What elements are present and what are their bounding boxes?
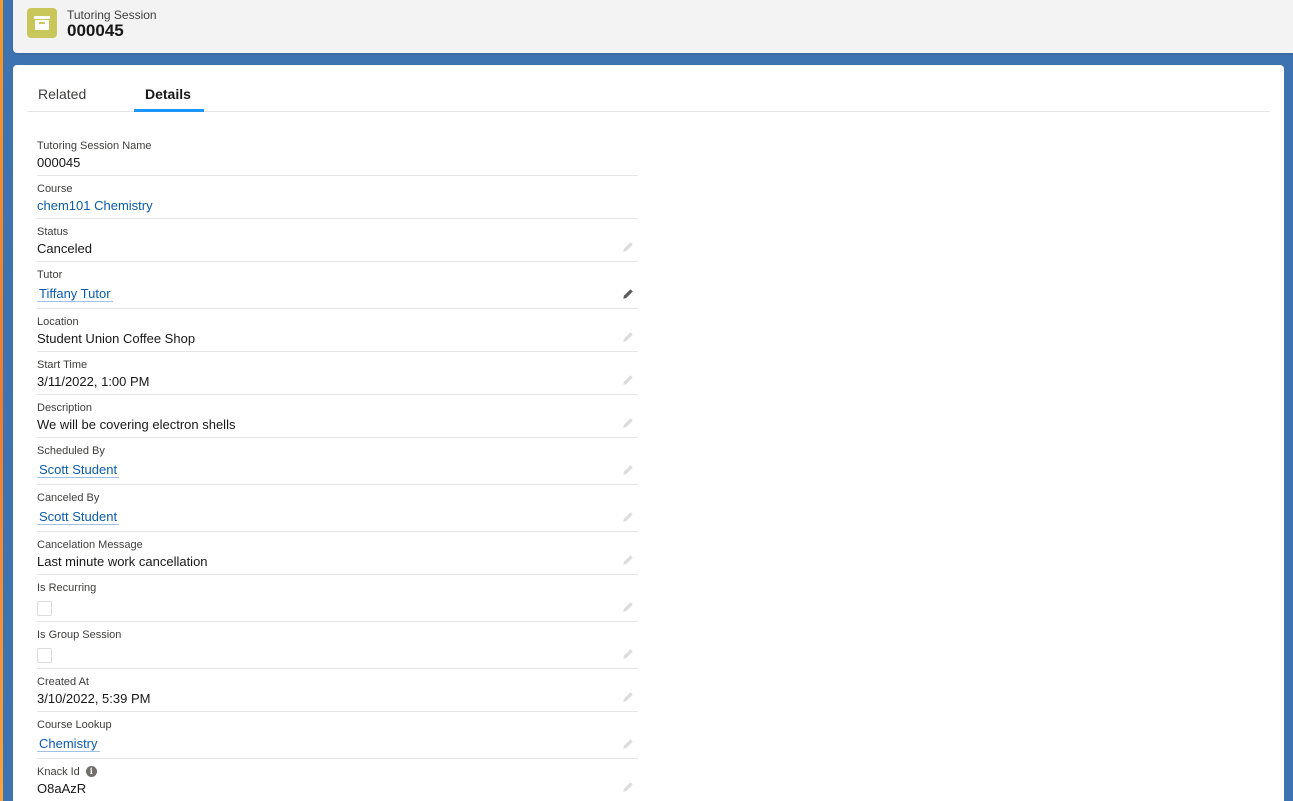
field-value: Scott Student bbox=[37, 458, 638, 478]
tab-bar: Related Details bbox=[27, 65, 1270, 112]
field-label-text: Start Time bbox=[37, 358, 88, 371]
field-label: Is Group Session bbox=[37, 622, 638, 642]
field-label-text: Course Lookup bbox=[37, 718, 112, 731]
pencil-icon[interactable] bbox=[622, 240, 634, 252]
field-list: Tutoring Session Name 000045 Course chem101… bbox=[37, 133, 638, 801]
pencil-icon[interactable] bbox=[622, 373, 634, 385]
field-value[interactable]: chem101 Chemistry bbox=[37, 196, 638, 213]
field-row-course: Course chem101 Chemistry bbox=[37, 176, 638, 219]
field-label-text: Is Recurring bbox=[37, 581, 97, 594]
field-value: 000045 bbox=[37, 155, 81, 170]
tab-related[interactable]: Related bbox=[38, 86, 86, 102]
pencil-icon[interactable] bbox=[622, 600, 634, 612]
field-value: 3/11/2022, 1:00 PM bbox=[37, 374, 150, 389]
field-label-text: Status bbox=[37, 225, 69, 238]
field-value: O8aAzR bbox=[37, 781, 87, 796]
record-title: 000045 bbox=[67, 21, 124, 40]
active-tab-indicator bbox=[134, 109, 204, 112]
info-icon[interactable]: i bbox=[85, 766, 97, 777]
field-value bbox=[37, 642, 638, 663]
field-row-tutor: Tutor Tiffany Tutor bbox=[37, 262, 638, 309]
field-row-location: Location Student Union Coffee Shop bbox=[37, 309, 638, 352]
pencil-icon[interactable] bbox=[622, 463, 634, 475]
lookup-link[interactable]: Scott Student bbox=[37, 509, 120, 525]
field-label: Scheduled By bbox=[37, 438, 638, 458]
tab-details[interactable]: Details bbox=[145, 86, 191, 102]
pencil-icon[interactable] bbox=[622, 647, 634, 659]
field-row-start-time: Start Time 3/11/2022, 1:00 PM bbox=[37, 352, 638, 395]
lookup-link[interactable]: Chemistry bbox=[37, 736, 100, 752]
field-row-course-lookup: Course Lookup Chemistry bbox=[37, 712, 638, 759]
field-label: Start Time bbox=[37, 352, 638, 372]
field-value: Student Union Coffee Shop bbox=[37, 331, 196, 346]
field-label-text: Course bbox=[37, 182, 73, 195]
field-label-text: Tutor bbox=[37, 268, 63, 281]
field-row-tutoring-session-name: Tutoring Session Name 000045 bbox=[37, 133, 638, 176]
record-header: Tutoring Session 000045 bbox=[13, 0, 1293, 53]
field-value: Scott Student bbox=[37, 505, 638, 525]
lookup-link[interactable]: Scott Student bbox=[37, 462, 120, 478]
field-label-text: Description bbox=[37, 401, 93, 414]
field-label: Course Lookup bbox=[37, 712, 638, 732]
field-value: 3/10/2022, 5:39 PM bbox=[37, 691, 151, 706]
field-row-knack-id: Knack Id i O8aAzR bbox=[37, 759, 638, 801]
field-row-is-recurring: Is Recurring bbox=[37, 575, 638, 622]
field-value: Chemistry bbox=[37, 732, 638, 752]
field-value: Last minute work cancellation bbox=[37, 554, 208, 569]
checkbox bbox=[37, 648, 52, 663]
field-label: Cancelation Message bbox=[37, 532, 638, 552]
archive-box-icon bbox=[27, 8, 57, 38]
field-label-text: Is Group Session bbox=[37, 628, 122, 641]
pencil-icon[interactable] bbox=[622, 416, 634, 428]
pencil-icon[interactable] bbox=[622, 737, 634, 749]
field-label: Canceled By bbox=[37, 485, 638, 505]
field-row-canceled-by: Canceled By Scott Student bbox=[37, 485, 638, 532]
field-label-text: Scheduled By bbox=[37, 444, 105, 457]
object-type-label: Tutoring Session bbox=[67, 8, 157, 22]
pencil-icon[interactable] bbox=[622, 287, 634, 299]
field-row-cancelation-message: Cancelation Message Last minute work canc… bbox=[37, 532, 638, 575]
field-row-is-group-session: Is Group Session bbox=[37, 622, 638, 669]
field-value: Canceled bbox=[37, 241, 92, 256]
checkbox bbox=[37, 601, 52, 616]
field-label: Tutoring Session Name bbox=[37, 133, 638, 153]
field-value bbox=[37, 595, 638, 616]
field-row-status: Status Canceled bbox=[37, 219, 638, 262]
field-value: Tiffany Tutor bbox=[37, 282, 638, 302]
field-label: Tutor bbox=[37, 262, 638, 282]
field-label: Is Recurring bbox=[37, 575, 638, 595]
field-label: Knack Id i bbox=[37, 759, 638, 779]
pencil-icon[interactable] bbox=[622, 553, 634, 565]
field-label-text: Cancelation Message bbox=[37, 538, 143, 551]
pencil-icon[interactable] bbox=[622, 330, 634, 342]
field-label-text: Created At bbox=[37, 675, 89, 688]
field-label: Course bbox=[37, 176, 638, 196]
field-label: Created At bbox=[37, 669, 638, 689]
field-row-created-at: Created At 3/10/2022, 5:39 PM bbox=[37, 669, 638, 712]
details-card: Related Details Tutoring Session Name 000… bbox=[13, 65, 1284, 801]
field-label: Status bbox=[37, 219, 638, 239]
field-label: Description bbox=[37, 395, 638, 415]
pencil-icon[interactable] bbox=[622, 780, 634, 792]
field-value: We will be covering electron shells bbox=[37, 417, 236, 432]
pencil-icon[interactable] bbox=[622, 690, 634, 702]
lookup-link[interactable]: Tiffany Tutor bbox=[37, 286, 113, 302]
pencil-icon[interactable] bbox=[622, 510, 634, 522]
field-label-text: Knack Id bbox=[37, 765, 80, 778]
field-label-text: Location bbox=[37, 315, 79, 328]
field-label-text: Tutoring Session Name bbox=[37, 139, 152, 152]
field-row-scheduled-by: Scheduled By Scott Student bbox=[37, 438, 638, 485]
field-label-text: Canceled By bbox=[37, 491, 100, 504]
field-label: Location bbox=[37, 309, 638, 329]
field-row-description: Description We will be covering electron … bbox=[37, 395, 638, 438]
